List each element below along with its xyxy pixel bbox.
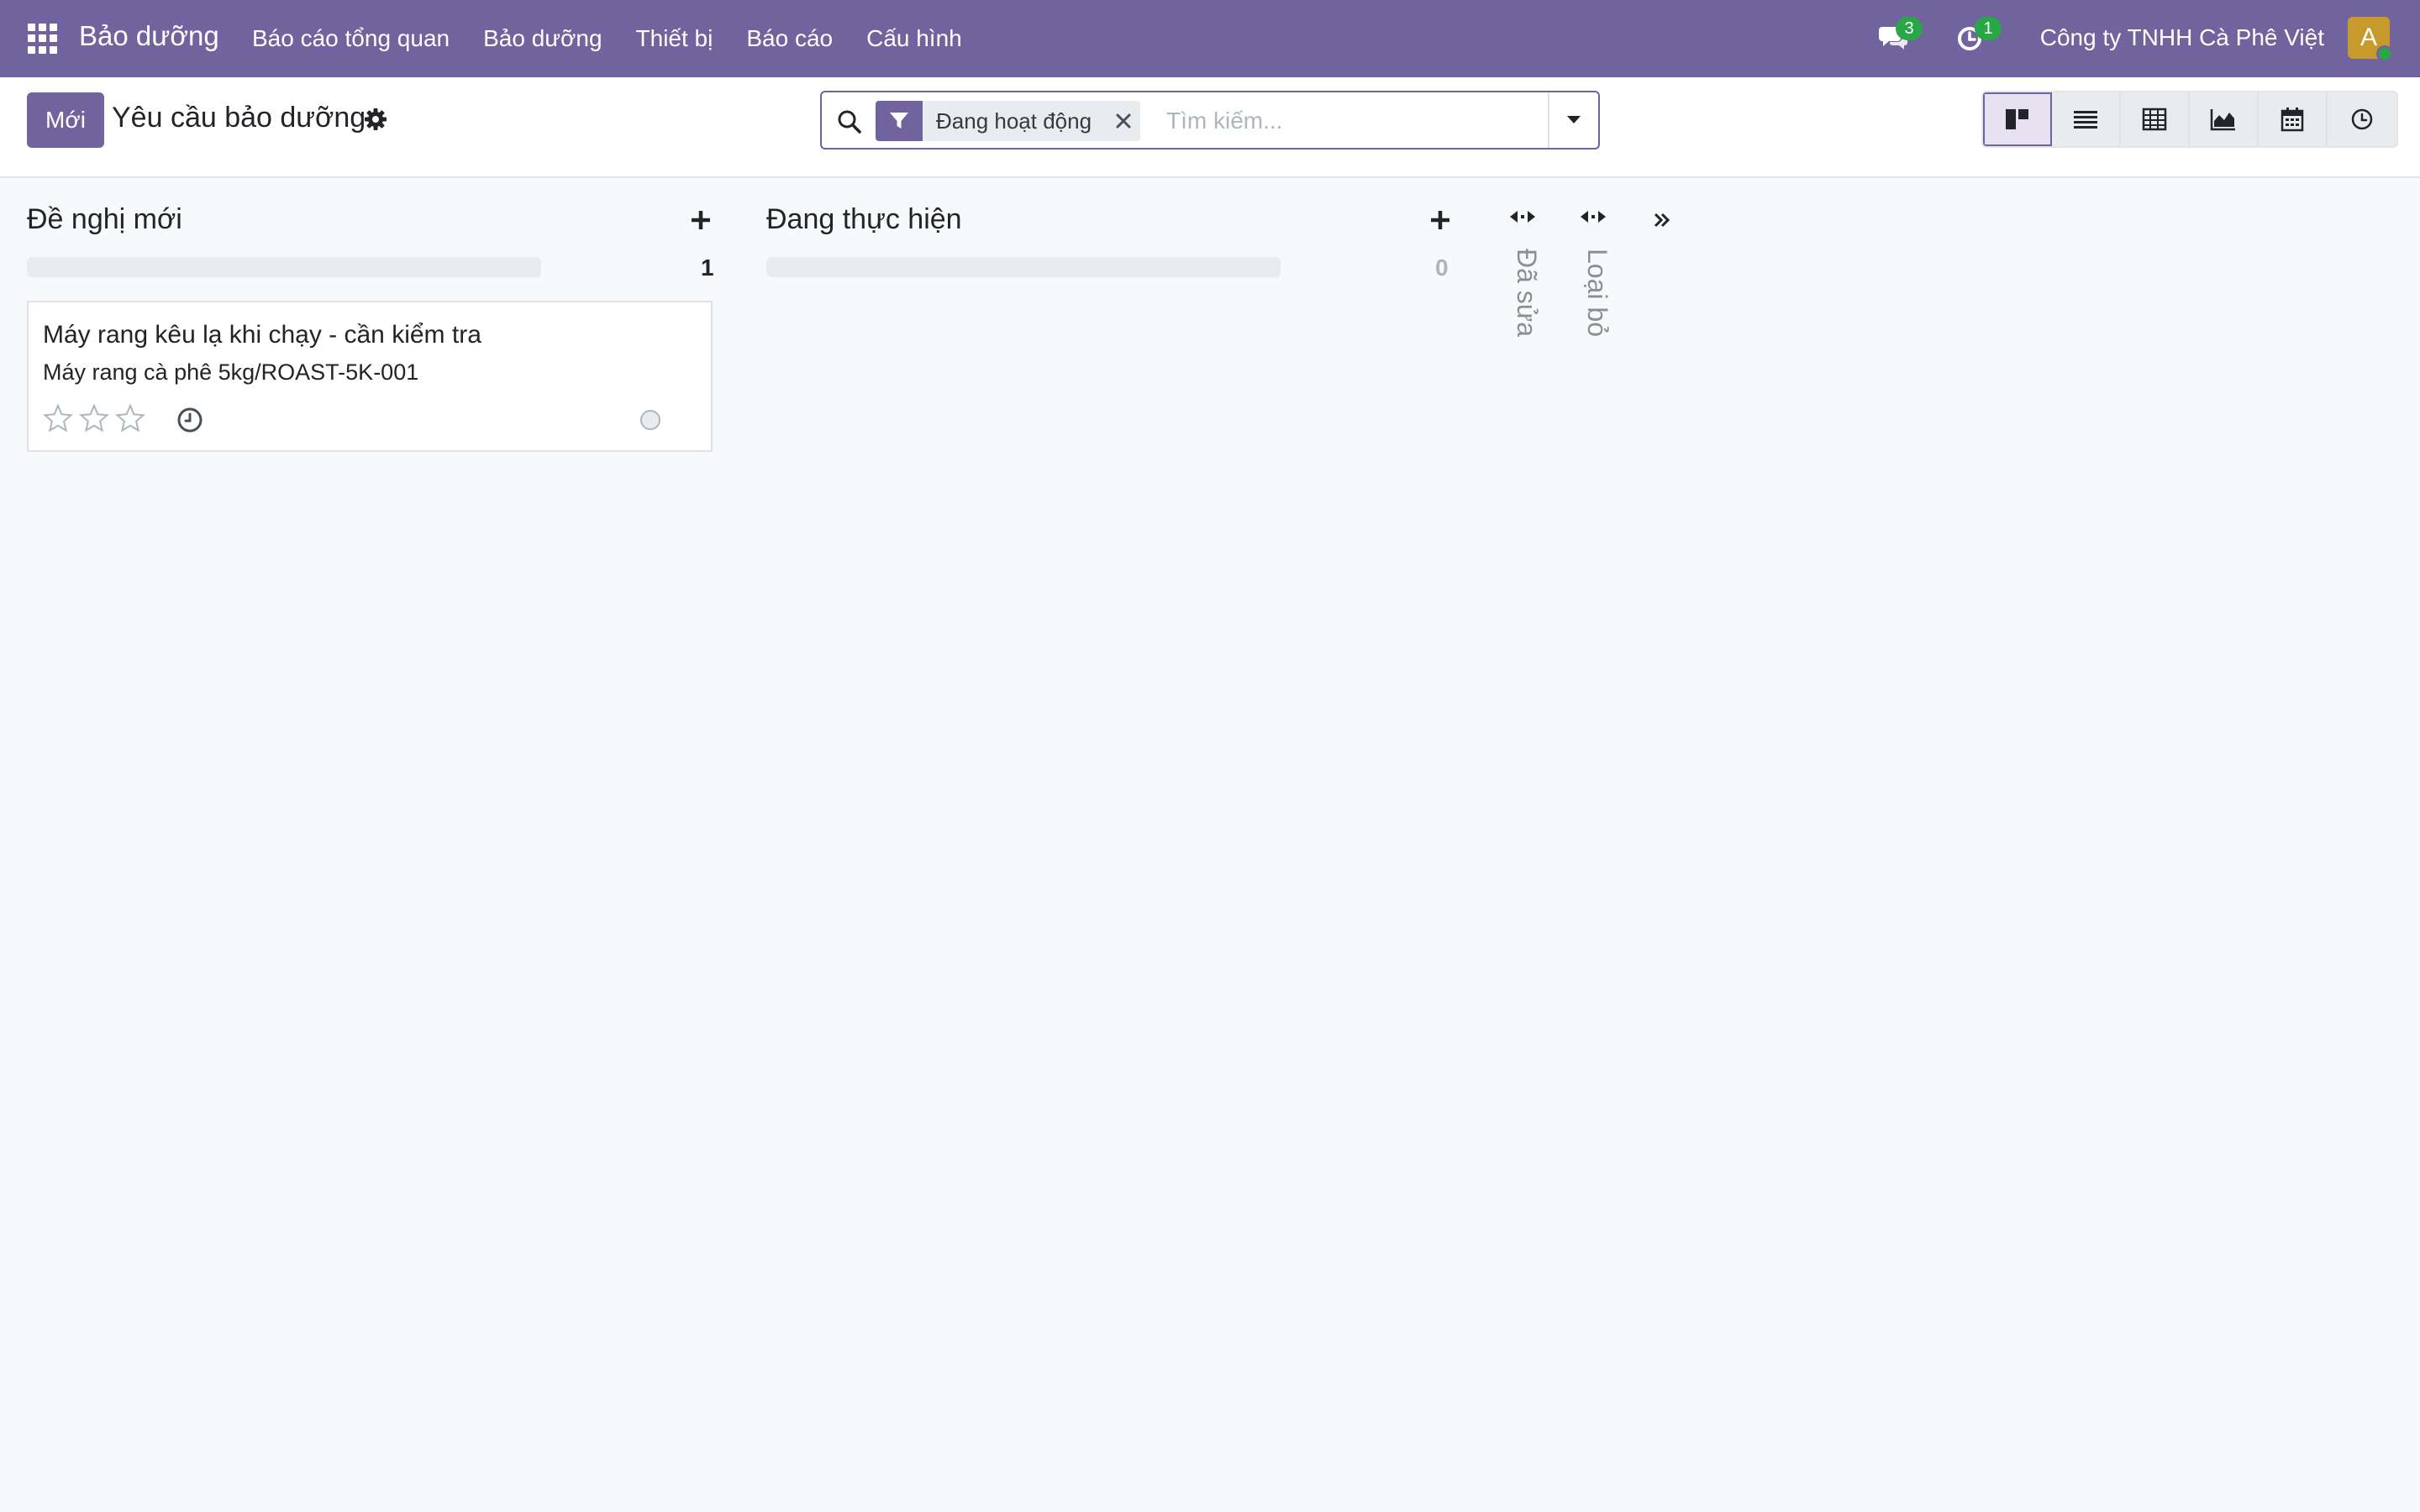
star-icon[interactable] xyxy=(79,403,109,433)
star-icon[interactable] xyxy=(115,403,145,433)
column-progress-bar[interactable] xyxy=(766,257,1281,277)
folded-column-title: Đã sửa xyxy=(1512,249,1542,338)
activities-icon[interactable]: 1 xyxy=(1956,17,2002,54)
graph-view-button[interactable] xyxy=(2190,92,2259,146)
pivot-icon xyxy=(2142,108,2167,131)
menu-item-maintenance[interactable]: Bảo dưỡng xyxy=(483,25,602,52)
quick-create-plus-icon[interactable] xyxy=(1428,208,1452,232)
unfold-arrows-icon xyxy=(1581,211,1606,223)
facet-label: Đang hoạt động xyxy=(936,108,1092,134)
app-name[interactable]: Bảo dưỡng xyxy=(79,20,219,52)
new-button[interactable]: Mới xyxy=(27,92,104,148)
folded-column-title: Loại bỏ xyxy=(1582,249,1612,337)
main-menu: Báo cáo tổng quan Bảo dưỡng Thiết bị Báo… xyxy=(252,0,996,77)
search-facet: Đang hoạt động xyxy=(876,101,1141,141)
card-title: Máy rang kêu lạ khi chạy - cần kiểm tra xyxy=(43,321,481,349)
quick-create-plus-icon[interactable] xyxy=(689,208,713,232)
search-icon xyxy=(837,109,862,134)
calendar-icon xyxy=(2281,108,2304,132)
folded-column-repaired[interactable]: Đã sửa xyxy=(1499,205,1549,558)
page-title: Yêu cầu bảo dưỡng xyxy=(112,102,366,134)
folded-column-scrap[interactable]: Loại bỏ xyxy=(1570,205,1620,558)
view-switcher xyxy=(1981,91,2398,148)
kanban-board: Đề nghị mới 1 Máy rang kêu lạ khi chạy -… xyxy=(0,180,2420,1512)
unfold-arrows-icon xyxy=(1510,211,1535,223)
menu-item-equipment[interactable]: Thiết bị xyxy=(636,25,713,52)
pivot-view-button[interactable] xyxy=(2121,92,2190,146)
activity-icon xyxy=(2351,108,2373,130)
gear-icon[interactable] xyxy=(363,107,388,132)
company-switcher[interactable]: Công ty TNHH Cà Phê Việt xyxy=(2040,24,2324,51)
online-status-icon xyxy=(2376,45,2393,62)
column-count: 0 xyxy=(1435,255,1449,281)
double-chevron-right-icon[interactable] xyxy=(1650,208,1674,232)
card-equipment: Máy rang cà phê 5kg/ROAST-5K-001 xyxy=(43,360,419,385)
column-progress-bar[interactable] xyxy=(27,257,541,277)
column-title[interactable]: Đang thực hiện xyxy=(766,203,962,236)
messages-badge: 3 xyxy=(1896,17,1923,40)
kanban-view-button[interactable] xyxy=(1983,92,2052,146)
messages-icon[interactable]: 3 xyxy=(1877,17,1923,54)
list-view-button[interactable] xyxy=(2052,92,2121,146)
user-avatar[interactable]: A xyxy=(2348,17,2393,62)
activities-badge: 1 xyxy=(1975,17,2002,40)
remove-facet-icon[interactable] xyxy=(1107,101,1140,141)
activity-clock-icon[interactable] xyxy=(176,407,203,433)
caret-down-icon xyxy=(1567,116,1581,123)
apps-menu-icon[interactable] xyxy=(28,24,58,54)
avatar-letter: A xyxy=(2360,24,2377,51)
activity-view-button[interactable] xyxy=(2328,92,2396,146)
control-panel: Mới Yêu cầu bảo dưỡng Đang hoạt động Tìm… xyxy=(0,77,2420,178)
kanban-state-icon[interactable] xyxy=(640,410,660,430)
calendar-view-button[interactable] xyxy=(2259,92,2328,146)
filter-icon xyxy=(876,101,923,141)
search-options-toggle[interactable] xyxy=(1548,92,1598,148)
search-input[interactable] xyxy=(1166,101,1519,141)
list-icon xyxy=(2074,111,2097,129)
star-icon[interactable] xyxy=(43,403,73,433)
graph-icon xyxy=(2210,109,2235,131)
kanban-icon xyxy=(2006,109,2028,129)
kanban-card[interactable]: Máy rang kêu lạ khi chạy - cần kiểm tra … xyxy=(27,301,713,452)
menu-item-dashboard[interactable]: Báo cáo tổng quan xyxy=(252,25,450,52)
column-title[interactable]: Đề nghị mới xyxy=(27,203,182,236)
column-count: 1 xyxy=(701,255,714,281)
top-navbar: Bảo dưỡng Báo cáo tổng quan Bảo dưỡng Th… xyxy=(0,0,2420,77)
menu-item-configuration[interactable]: Cấu hình xyxy=(866,25,962,52)
menu-item-reporting[interactable]: Báo cáo xyxy=(746,25,833,52)
search-bar: Đang hoạt động xyxy=(820,91,1600,150)
